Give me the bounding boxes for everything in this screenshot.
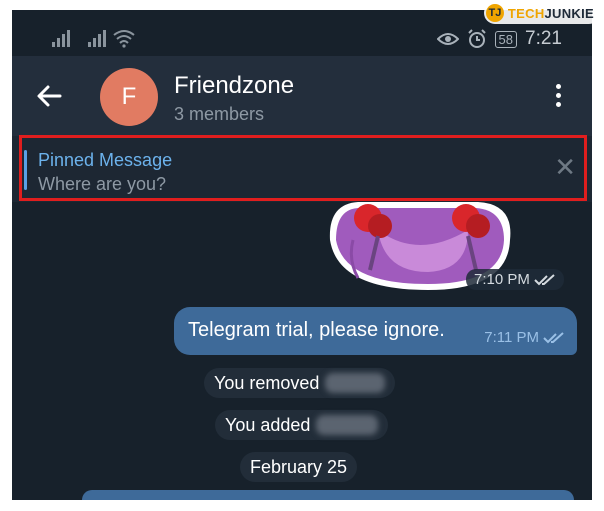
blurred-name	[316, 415, 379, 435]
watermark-junkie: JUNKIE	[544, 5, 594, 21]
watermark-tech: TECH	[507, 5, 545, 21]
outgoing-message[interactable]: Telegram trial, please ignore. 7:11 PM	[174, 307, 577, 355]
blurred-name	[325, 373, 386, 393]
chat-member-count: 3 members	[174, 104, 265, 124]
date-divider: February 25	[240, 452, 358, 482]
message-text: Telegram trial, please ignore.	[188, 319, 445, 341]
avatar[interactable]: F	[100, 68, 158, 126]
techjunkie-logo-icon: TJ	[485, 4, 504, 22]
telegram-screen: 58 7:21 F Friendzone 3 members Pinned Me…	[12, 10, 592, 500]
double-check-icon	[534, 273, 555, 285]
service-message-removed: You removed	[204, 368, 396, 398]
alarm-icon	[467, 29, 486, 48]
message-bubble-partial[interactable]	[82, 490, 574, 500]
eye-icon	[436, 33, 459, 45]
wifi-icon	[113, 30, 135, 48]
sticker-timestamp: 7:10 PM	[466, 269, 564, 290]
double-check-icon	[543, 331, 564, 343]
back-arrow-icon[interactable]	[34, 78, 64, 114]
chat-header: F Friendzone 3 members	[12, 56, 592, 136]
status-time: 7:21	[525, 28, 562, 49]
signal-icon	[88, 29, 106, 47]
chat-title[interactable]: Friendzone	[174, 72, 294, 100]
techjunkie-watermark: TJ TECHJUNKIE	[483, 2, 600, 24]
service-message-added: You added	[215, 410, 389, 440]
message-timestamp: 7:11 PM	[484, 329, 565, 346]
service-text-removed: You removed	[214, 373, 320, 393]
battery-icon: 58	[494, 30, 518, 48]
more-vertical-icon[interactable]	[556, 84, 562, 107]
signal-icon	[52, 29, 70, 47]
status-icons: 58 7:21	[436, 28, 562, 50]
message-time-text: 7:11 PM	[484, 329, 539, 346]
sticker-time-text: 7:10 PM	[474, 271, 530, 288]
service-text-added: You added	[225, 415, 311, 435]
highlight-frame	[19, 135, 587, 201]
